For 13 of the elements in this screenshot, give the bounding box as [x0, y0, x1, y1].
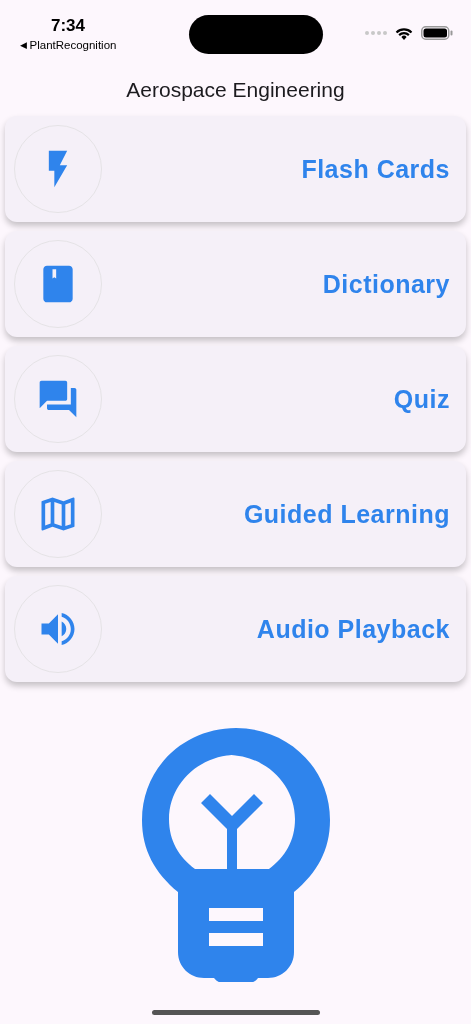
wifi-icon: [395, 26, 413, 40]
menu-card[interactable]: Guided Learning: [5, 461, 466, 567]
page-title: Aerospace Engineering: [126, 78, 345, 102]
menu-card[interactable]: Audio Playback: [5, 576, 466, 682]
status-time: 7:34: [51, 16, 85, 36]
menu-card[interactable]: Dictionary: [5, 231, 466, 337]
lightbulb-icon: [141, 728, 330, 982]
back-app-link[interactable]: PlantRecognition: [29, 39, 117, 51]
back-arrow[interactable]: ◀: [19, 40, 27, 50]
menu-card[interactable]: Quiz: [5, 346, 466, 452]
battery-icon: [421, 26, 453, 40]
signal-icon: [365, 31, 387, 35]
menu-card[interactable]: Flash Cards: [5, 116, 466, 222]
